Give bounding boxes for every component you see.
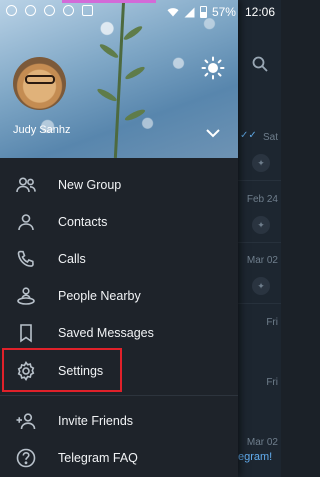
- menu-item-label: Telegram FAQ: [58, 450, 138, 465]
- notification-icon: [63, 5, 74, 16]
- chevron-down-icon[interactable]: [204, 126, 222, 140]
- header-background-leaf: [95, 86, 119, 104]
- menu-item-label: Invite Friends: [58, 413, 134, 428]
- bookmark-icon: [15, 322, 37, 344]
- chat-date: Mar 02: [246, 437, 278, 448]
- menu-item-people-nearby[interactable]: People Nearby: [0, 278, 238, 315]
- question-icon: [15, 447, 37, 469]
- header-background-leaf: [123, 107, 147, 123]
- header-background-leaf: [98, 42, 120, 60]
- header-background-leaf: [123, 64, 147, 82]
- battery-icon: [199, 6, 207, 18]
- notification-icon: [44, 5, 55, 16]
- status-accent-strip: [62, 0, 156, 3]
- status-right: 57% 12:06: [167, 5, 275, 19]
- chat-preview-link: egram!: [238, 451, 273, 463]
- menu-item-contacts[interactable]: Contacts: [0, 203, 238, 240]
- notification-icons: [6, 5, 93, 16]
- new-group-icon: [15, 174, 37, 196]
- chat-date: Feb 24: [246, 194, 278, 205]
- sun-icon[interactable]: [201, 56, 225, 80]
- menu-item-saved-messages[interactable]: Saved Messages: [0, 315, 238, 352]
- header-background-leaf: [122, 24, 144, 42]
- search-icon[interactable]: [252, 56, 268, 72]
- status-bar: 57% 12:06: [0, 0, 281, 24]
- chat-date: Mar 02: [246, 255, 278, 266]
- pin-icon: ✦: [252, 216, 270, 234]
- phone-icon: [15, 248, 37, 270]
- chat-date: Sat: [262, 132, 278, 143]
- notification-icon: [25, 5, 36, 16]
- clock: 12:06: [244, 5, 275, 19]
- menu-item-label: Contacts: [58, 214, 108, 229]
- menu-divider: [0, 395, 238, 397]
- wifi-icon: [167, 8, 179, 17]
- battery-percent: 57%: [211, 5, 236, 19]
- row-divider: [238, 242, 281, 243]
- menu-item-calls[interactable]: Calls: [0, 240, 238, 277]
- avatar[interactable]: [13, 57, 66, 110]
- drawer-menu: New Group Contacts Calls People Nearby S…: [0, 166, 238, 477]
- menu-item-new-group[interactable]: New Group: [0, 166, 238, 203]
- avatar-glasses: [25, 75, 55, 84]
- settings-highlight-box: [2, 348, 122, 392]
- menu-item-invite-friends[interactable]: Invite Friends: [0, 402, 238, 439]
- menu-item-label: New Group: [58, 177, 122, 192]
- signal-icon: [184, 7, 195, 17]
- user-name[interactable]: Judy Sanhz: [13, 124, 70, 136]
- menu-item-label: Saved Messages: [58, 326, 154, 341]
- pin-icon: ✦: [252, 277, 270, 295]
- row-divider: [238, 180, 281, 181]
- notification-icon: [6, 5, 17, 16]
- pin-icon: ✦: [252, 154, 270, 172]
- menu-item-label: People Nearby: [58, 289, 141, 304]
- people-nearby-icon: [15, 285, 37, 307]
- menu-item-telegram-faq[interactable]: Telegram FAQ: [0, 439, 238, 476]
- navigation-drawer: Judy Sanhz New Group Contacts Calls Peop…: [0, 0, 238, 477]
- notification-icon: [82, 5, 93, 16]
- chat-date: Fri: [266, 377, 278, 388]
- menu-item-label: Calls: [58, 251, 86, 266]
- row-divider: [238, 303, 281, 304]
- contacts-icon: [15, 211, 37, 233]
- chat-date: Fri: [266, 317, 278, 328]
- add-user-icon: [15, 410, 37, 432]
